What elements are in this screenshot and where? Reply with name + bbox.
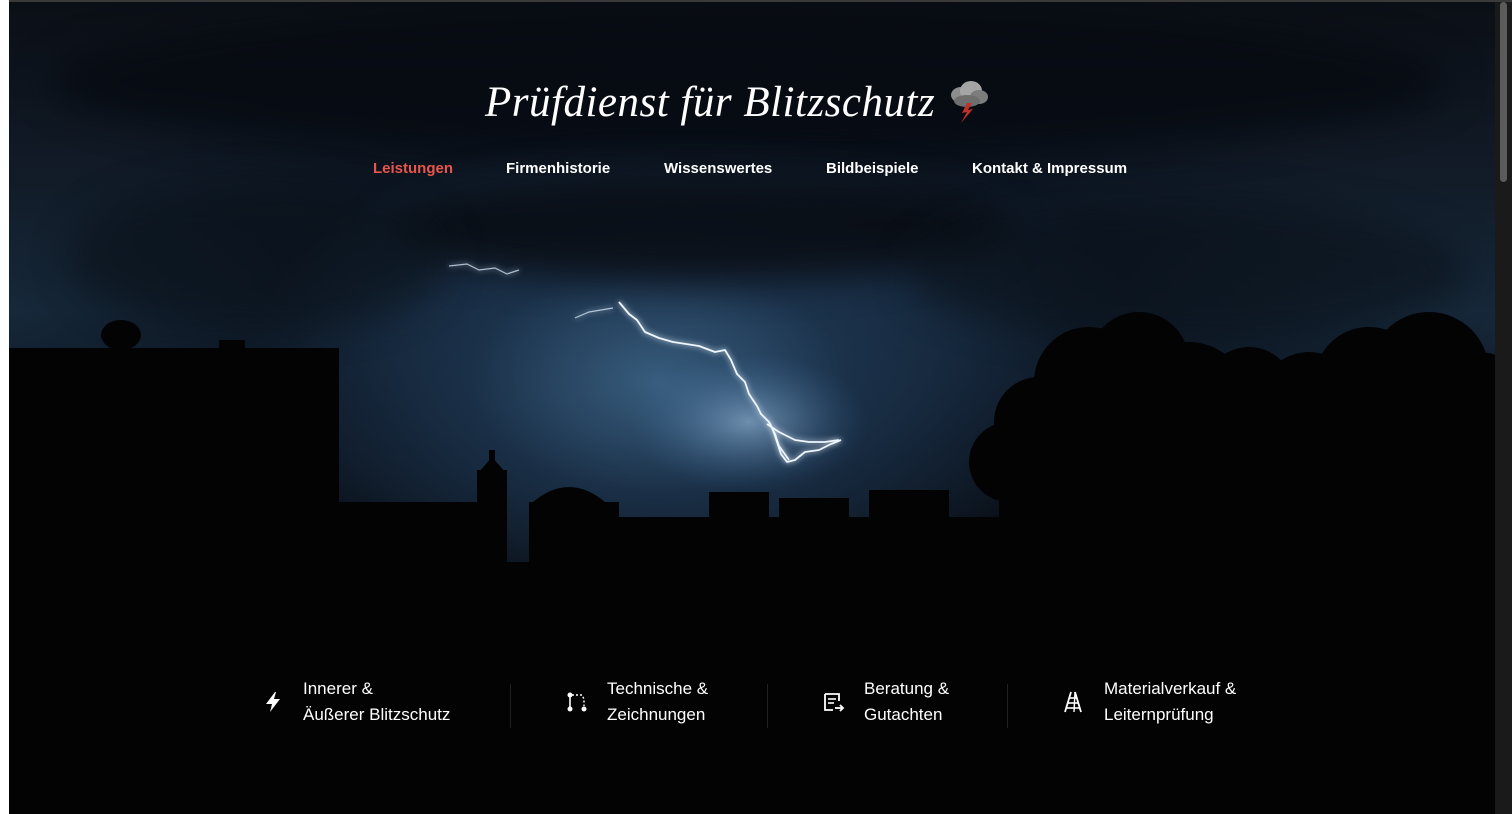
drawing-path-icon (567, 692, 587, 712)
service-divider (510, 684, 511, 728)
site-logo[interactable]: Prüfdienst für Blitzschutz (485, 72, 993, 132)
service-label: Beratung & Gutachten (864, 679, 950, 724)
nav-item-leistungen[interactable]: Leistungen (373, 159, 453, 179)
ladder-icon (1064, 691, 1082, 713)
service-divider (767, 684, 768, 728)
service-zeichnungen[interactable]: Technische & Zeichnungen (565, 670, 708, 734)
service-beratung[interactable]: Beratung & Gutachten (822, 670, 949, 734)
nav-item-bildbeispiele[interactable]: Bildbeispiele (826, 159, 919, 179)
nav-item-wissenswertes[interactable]: Wissenswertes (664, 159, 772, 179)
site-title: Prüfdienst für Blitzschutz (485, 78, 936, 126)
nav-item-firmenhistorie[interactable]: Firmenhistorie (506, 159, 610, 179)
service-materialverkauf[interactable]: Materialverkauf & Leiternprüfung (1062, 670, 1236, 734)
service-blitzschutz[interactable]: Innerer & Äußerer Blitzschutz (261, 670, 450, 734)
page-gutter (0, 0, 9, 814)
service-label: Technische & Zeichnungen (607, 679, 709, 724)
lightning-bolt-icon (266, 692, 280, 712)
main-navigation: Leistungen Firmenhistorie Wissenswertes … (9, 159, 1495, 183)
service-label: Innerer & Äußerer Blitzschutz (303, 679, 451, 724)
service-label: Materialverkauf & Leiternprüfung (1104, 679, 1237, 724)
storm-cloud-lightning-icon (951, 81, 989, 123)
nav-item-kontakt-impressum[interactable]: Kontakt & Impressum (972, 159, 1127, 179)
services-bar: Innerer & Äußerer Blitzschutz Technische… (9, 670, 1495, 740)
service-divider (1007, 684, 1008, 728)
vertical-scrollbar[interactable] (1495, 2, 1512, 814)
document-arrow-icon (824, 693, 845, 712)
hero-section: Prüfdienst für Blitzschutz Leistungen Fi… (9, 2, 1495, 814)
scrollbar-thumb[interactable] (1500, 2, 1507, 182)
